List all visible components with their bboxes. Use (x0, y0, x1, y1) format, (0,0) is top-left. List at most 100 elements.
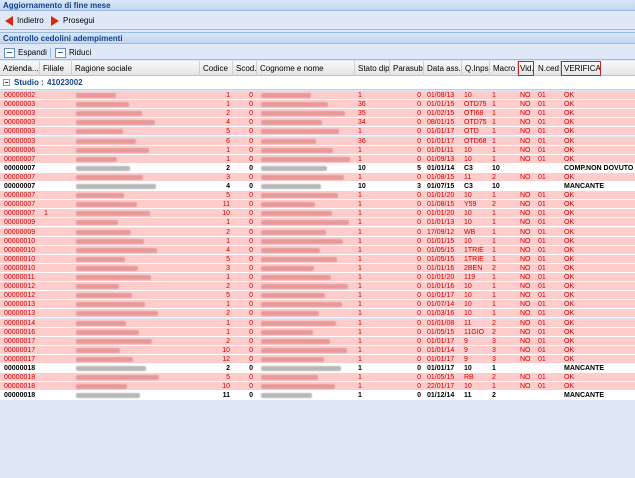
col-macro[interactable]: Macro (490, 61, 518, 76)
cell-verifica: OK (564, 255, 575, 263)
cell-nced: 01 (538, 264, 546, 272)
col-azienda[interactable]: Azienda... (0, 61, 40, 76)
cell-data-ass: 01/07/14 (427, 301, 455, 309)
cell-scod: 0 (249, 128, 253, 136)
cell-azienda: 00000007 (4, 155, 36, 163)
redacted-cognome-nome (261, 391, 312, 400)
cell-stato-dip: 1 (358, 383, 362, 391)
cell-parasub: 0 (417, 192, 421, 200)
table-row[interactable]: 00000012 2 0 1 0 01/01/16 10 1 NO 01 OK (0, 282, 635, 292)
cell-verifica: OK (564, 337, 575, 345)
table-row[interactable]: 00000007 11 0 1 0 01/08/15 Y59 2 NO 01 OK (0, 200, 635, 210)
redacted-ragione-sociale (76, 309, 158, 318)
table-row[interactable]: 00000002 1 0 1 0 01/08/13 10 1 NO 01 OK (0, 91, 635, 101)
col-cognome-nome[interactable]: Cognome e nome (257, 61, 355, 76)
cell-nced: 01 (538, 319, 546, 327)
cell-qinps: 10 (464, 219, 472, 227)
col-filiale[interactable]: Filiale (40, 61, 72, 76)
collapse-group-icon[interactable] (3, 79, 10, 86)
cell-parasub: 0 (417, 155, 421, 163)
cell-verifica: OK (564, 110, 575, 118)
table-row[interactable]: 00000007 2 0 10 5 01/01/14 C3 10 COMP.NON DOVUTO (0, 163, 635, 173)
cell-parasub: 0 (417, 128, 421, 136)
table-row[interactable]: 00000017 10 0 1 0 01/01/14 9 3 NO 01 OK (0, 345, 635, 355)
cell-verifica: OK (564, 173, 575, 181)
cell-nced: 01 (538, 374, 546, 382)
cell-verifica: OK (564, 128, 575, 136)
table-row[interactable]: 00000018 11 0 1 0 01/12/14 11 2 MANCANTE (0, 391, 635, 401)
table-row[interactable]: 00000007 1 0 1 0 01/09/13 10 1 NO 01 OK (0, 154, 635, 164)
cell-azienda: 00000003 (4, 137, 36, 145)
table-row[interactable]: 00000010 1 0 1 0 01/01/15 10 1 NO 01 OK (0, 236, 635, 246)
col-data-ass[interactable]: Data ass. (424, 61, 462, 76)
col-nced[interactable]: N.ced (535, 61, 561, 76)
table-row[interactable]: 00000013 1 0 1 0 01/07/14 10 1 NO 01 OK (0, 300, 635, 310)
table-row[interactable]: 00000003 2 0 35 0 01/02/15 OTI68 1 NO 01 OK (0, 109, 635, 119)
cell-vid: NO (520, 246, 531, 254)
cell-codice: 3 (226, 264, 230, 272)
redacted-ragione-sociale (76, 282, 119, 291)
cell-parasub: 0 (417, 101, 421, 109)
table-row[interactable]: 00000007 5 0 1 0 01/01/20 10 1 NO 01 OK (0, 191, 635, 201)
table-row[interactable]: 00000007 3 0 1 0 01/08/15 11 2 NO 01 OK (0, 172, 635, 182)
table-row[interactable]: 00000003 6 0 36 0 01/01/17 OTD68 1 NO 01 OK (0, 136, 635, 146)
cell-macro: 1 (492, 146, 496, 154)
table-row[interactable]: 00000017 12 0 1 0 01/01/17 9 3 NO 01 OK (0, 354, 635, 364)
table-row[interactable]: 00000018 5 0 1 0 01/05/15 RB 2 NO 01 OK (0, 373, 635, 383)
table-row[interactable]: 00000018 10 0 1 0 22/01/17 10 1 NO 01 OK (0, 382, 635, 392)
cell-scod: 0 (249, 228, 253, 236)
table-row[interactable]: 00000010 4 0 1 0 01/05/15 1TRIE 1 NO 01 OK (0, 245, 635, 255)
cell-macro: 1 (492, 155, 496, 163)
cell-vid: NO (520, 346, 531, 354)
table-row[interactable]: 00000007 1 10 0 1 0 01/01/20 10 1 NO 01 OK (0, 209, 635, 219)
expand-button[interactable]: Espandi (4, 47, 47, 58)
col-codice[interactable]: Codice (200, 61, 233, 76)
back-button[interactable]: Indietro (5, 15, 44, 27)
cell-codice: 2 (226, 228, 230, 236)
cell-vid: NO (520, 292, 531, 300)
table-row[interactable]: 00000010 3 0 1 0 01/01/16 2BEN 2 NO 01 OK (0, 263, 635, 273)
table-row[interactable]: 00000006 1 0 1 0 01/01/11 10 1 NO 01 OK (0, 145, 635, 155)
table-row[interactable]: 00000009 1 0 1 0 01/01/13 10 1 NO 01 OK (0, 218, 635, 228)
cell-stato-dip: 1 (358, 292, 362, 300)
table-row[interactable]: 00000007 4 0 10 3 01/07/15 C3 10 MANCANTE (0, 182, 635, 192)
col-stato-dip[interactable]: Stato dip. (355, 61, 390, 76)
cell-codice: 1 (226, 274, 230, 281)
cell-nced: 01 (538, 101, 546, 109)
col-scod[interactable]: Scod. (233, 61, 257, 76)
col-parasub[interactable]: Parasub. (390, 61, 424, 76)
cell-codice: 10 (222, 210, 230, 218)
cell-data-ass: 01/01/17 (427, 355, 455, 363)
table-row[interactable]: 00000003 4 0 34 0 08/01/15 OTD75 1 NO 01 OK (0, 118, 635, 128)
group-row-studio[interactable]: Studio : 41023002 (0, 76, 635, 90)
table-row[interactable]: 00000003 1 0 36 0 01/01/15 OTD75 1 NO 01 OK (0, 100, 635, 110)
cell-stato-dip: 1 (358, 173, 362, 181)
table-row[interactable]: 00000011 1 0 1 0 01/01/20 119 1 NO 01 OK (0, 273, 635, 283)
table-row[interactable]: 00000010 5 0 1 0 01/05/15 1TRIE 1 NO 01 OK (0, 254, 635, 264)
redacted-ragione-sociale (76, 355, 133, 364)
col-ragione-sociale[interactable]: Ragione sociale (72, 61, 200, 76)
cell-stato-dip: 1 (358, 274, 362, 281)
table-row[interactable]: 00000013 2 0 1 0 01/03/16 10 1 NO 01 OK (0, 309, 635, 319)
col-vid[interactable]: Vid. (518, 61, 534, 76)
table-row[interactable]: 00000003 5 0 1 0 01/01/17 OTD 1 NO 01 OK (0, 127, 635, 137)
table-row[interactable]: 00000016 1 0 1 0 01/05/15 11GIO 2 NO 01 OK (0, 327, 635, 337)
table-row[interactable]: 00000014 1 0 1 0 01/01/08 11 2 NO 01 OK (0, 318, 635, 328)
collapse-button[interactable]: Riduci (55, 47, 91, 58)
table-row[interactable]: 00000017 2 0 1 0 01/01/17 9 3 NO 01 OK (0, 336, 635, 346)
cell-stato-dip: 1 (358, 146, 362, 154)
cell-stato-dip: 36 (358, 101, 366, 109)
cell-macro: 2 (492, 328, 496, 336)
arrow-right-icon (51, 15, 59, 26)
table-row[interactable]: 00000012 5 0 1 0 01/01/17 10 1 NO 01 OK (0, 291, 635, 301)
col-verifica[interactable]: VERIFICA (561, 61, 601, 76)
col-qinps[interactable]: Q.Inps (462, 61, 490, 76)
table-row[interactable]: 00000018 2 0 1 0 01/01/17 10 1 MANCANTE (0, 364, 635, 374)
cell-azienda: 00000003 (4, 128, 36, 136)
cell-qinps: 9 (464, 355, 468, 363)
table-row[interactable]: 00000009 2 0 1 0 17/09/12 WB 1 NO 01 OK (0, 227, 635, 237)
cell-vid: NO (520, 237, 531, 245)
cell-stato-dip: 10 (358, 164, 366, 172)
redacted-cognome-nome (261, 273, 331, 282)
next-button[interactable]: Prosegui (51, 15, 95, 27)
